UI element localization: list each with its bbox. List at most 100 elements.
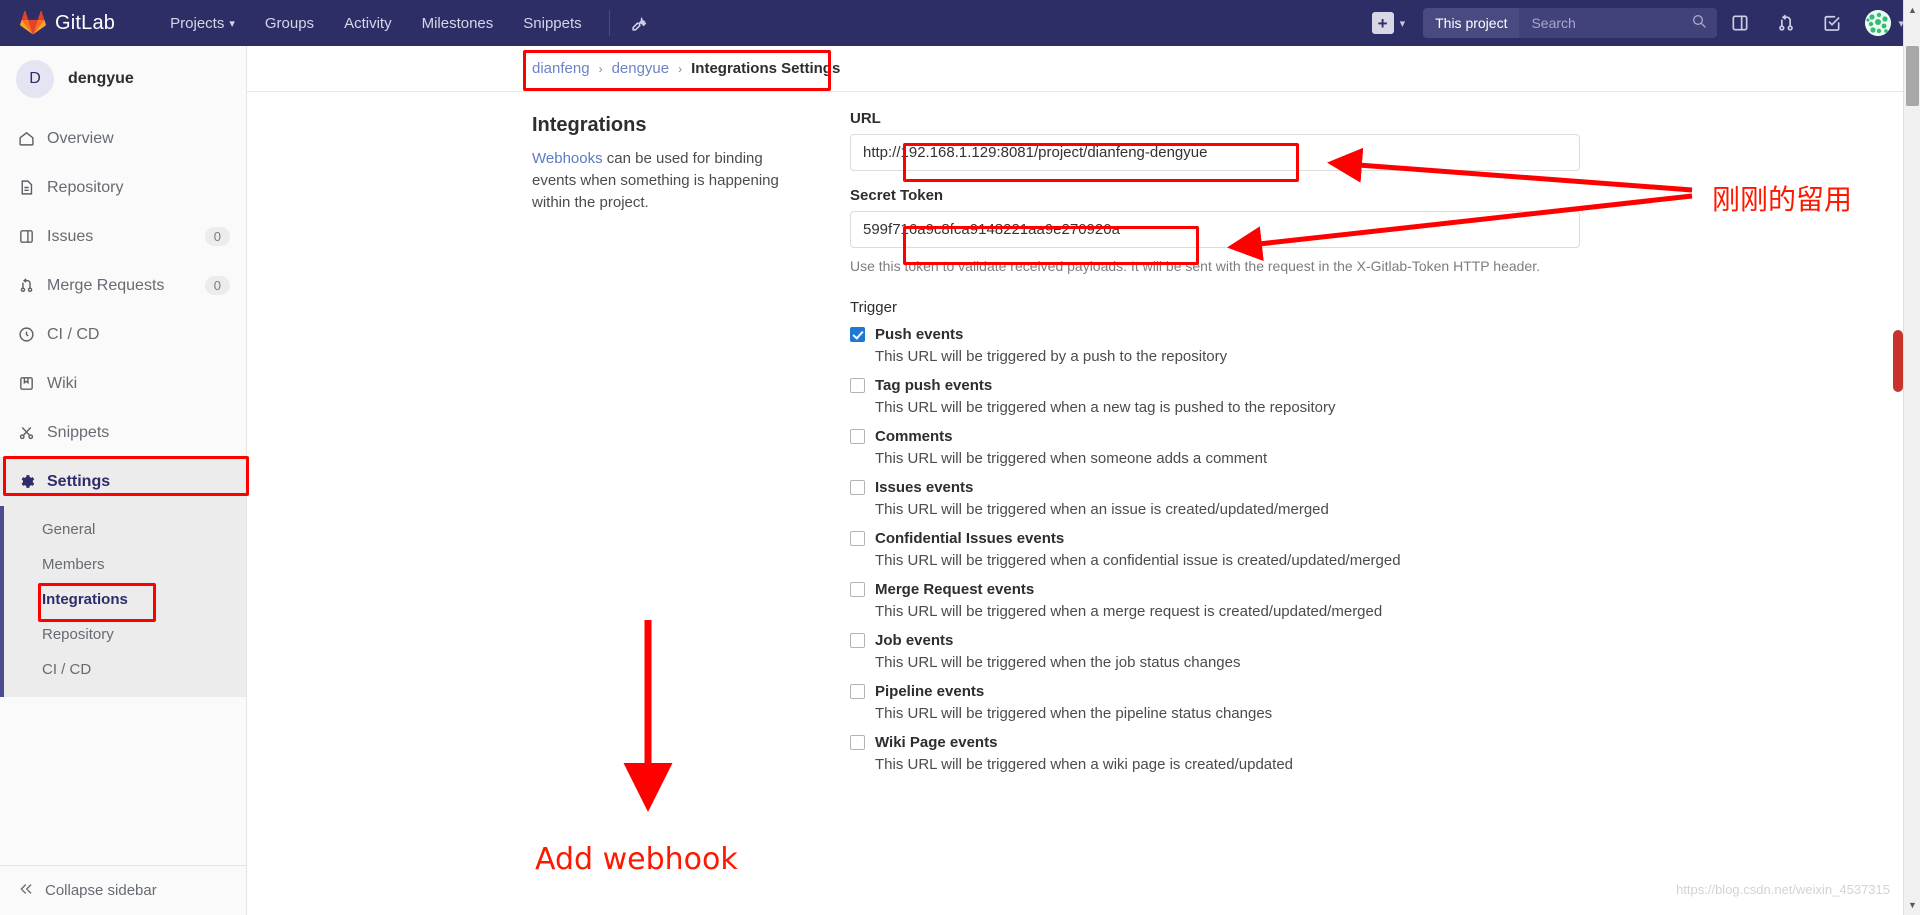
sidebar-item-ci-cd[interactable]: CI / CD (0, 310, 246, 359)
label-merge-request-events: Merge Request events (875, 581, 1035, 598)
desc-job-events: This URL will be triggered when the job … (875, 654, 1241, 671)
webhook-form: URL http://192.168.1.129:8081/project/di… (850, 110, 1580, 785)
page-scrollbar[interactable]: ▲ ▼ (1903, 0, 1920, 915)
sidebar-subitem-integrations[interactable]: Integrations (4, 582, 246, 617)
sidebar-project-header[interactable]: D dengyue (0, 46, 246, 114)
integrations-description-column: Integrations Webhooks can be used for bi… (532, 114, 794, 213)
collapse-sidebar-button[interactable]: Collapse sidebar (0, 865, 246, 915)
trigger-issues-events: Issues events This URL will be triggered… (850, 479, 1580, 518)
sidebar-subitem-repository[interactable]: Repository (4, 617, 246, 652)
sidebar-badge-issues: 0 (204, 227, 230, 246)
settings-submenu: General Members Integrations Repository … (0, 506, 246, 697)
label-issues-events: Issues events (875, 479, 974, 496)
sidebar-label-settings: Settings (47, 472, 111, 490)
sidebar-label-wiki: Wiki (47, 374, 78, 392)
search-bar[interactable]: This project Search (1423, 8, 1718, 38)
sidebar-subitem-general[interactable]: General (4, 512, 246, 547)
inner-scrollbar-thumb[interactable] (1893, 330, 1903, 392)
gitlab-brand[interactable]: GitLab (20, 10, 115, 36)
nav-item-milestones[interactable]: Milestones (407, 9, 509, 38)
checkbox-wiki-page-events[interactable] (850, 735, 865, 750)
desc-issues-events: This URL will be triggered when an issue… (875, 501, 1329, 518)
breadcrumb-project[interactable]: dengyue (612, 60, 670, 77)
trigger-merge-request-events: Merge Request events This URL will be tr… (850, 581, 1580, 620)
chevron-down-icon: ▾ (1399, 17, 1406, 30)
sidebar-item-settings[interactable]: Settings (0, 457, 246, 506)
search-scope-chip[interactable]: This project (1423, 8, 1520, 38)
nav-projects-label: Projects (170, 14, 225, 32)
sidebar-item-wiki[interactable]: Wiki (0, 359, 246, 408)
issues-icon (16, 228, 36, 245)
label-confidential-issues-events: Confidential Issues events (875, 530, 1065, 547)
label-comments: Comments (875, 428, 953, 445)
checkbox-comments[interactable] (850, 429, 865, 444)
sidebar-item-repository[interactable]: Repository (0, 163, 246, 212)
label-job-events: Job events (875, 632, 954, 649)
home-icon (16, 130, 36, 147)
breadcrumb-group[interactable]: dianfeng (532, 60, 590, 77)
desc-merge-request-events: This URL will be triggered when a merge … (875, 603, 1383, 620)
project-name: dengyue (68, 70, 134, 87)
nav-item-activity[interactable]: Activity (329, 9, 407, 38)
secret-token-input[interactable]: 599f716a9c8fca9148221aa9e270920a (850, 211, 1580, 248)
watermark-text: https://blog.csdn.net/weixin_4537315 (1676, 882, 1890, 897)
todos-done-icon[interactable] (1809, 7, 1855, 39)
brand-name: GitLab (55, 11, 116, 34)
sidebar-item-snippets[interactable]: Snippets (0, 408, 246, 457)
checkbox-push-events[interactable] (850, 327, 865, 342)
triangle-down-icon[interactable]: ▼ (1904, 895, 1920, 915)
nav-item-snippets[interactable]: Snippets (508, 9, 596, 38)
desc-tag-push-events: This URL will be triggered when a new ta… (875, 399, 1336, 416)
scrollbar-thumb[interactable] (1906, 46, 1919, 106)
search-input[interactable]: Search (1519, 8, 1718, 38)
checkbox-tag-push-events[interactable] (850, 378, 865, 393)
webhooks-link[interactable]: Webhooks (532, 150, 603, 167)
merge-request-icon[interactable] (1763, 7, 1809, 39)
label-tag-push-events: Tag push events (875, 377, 993, 394)
desc-pipeline-events: This URL will be triggered when the pipe… (875, 705, 1273, 722)
checkbox-job-events[interactable] (850, 633, 865, 648)
page-title: Integrations (532, 114, 647, 136)
issues-board-icon[interactable] (1717, 7, 1763, 39)
label-wiki-page-events: Wiki Page events (875, 734, 998, 751)
checkbox-issues-events[interactable] (850, 480, 865, 495)
book-icon (16, 375, 36, 392)
rocket-icon (16, 326, 36, 343)
new-item-button[interactable]: + ▾ (1362, 8, 1416, 38)
breadcrumb: dianfeng › dengyue › Integrations Settin… (532, 60, 840, 77)
checkbox-pipeline-events[interactable] (850, 684, 865, 699)
sidebar-item-issues[interactable]: Issues 0 (0, 212, 246, 261)
sidebar-item-merge-requests[interactable]: Merge Requests 0 (0, 261, 246, 310)
sidebar-label-snippets: Snippets (47, 423, 110, 441)
trigger-wiki-page-events: Wiki Page events This URL will be trigge… (850, 734, 1580, 773)
checkbox-confidential-issues-events[interactable] (850, 531, 865, 546)
gitlab-logo-icon (20, 10, 46, 36)
top-navigation-bar: GitLab Projects ▾ Groups Activity Milest… (0, 0, 1920, 46)
sidebar-label-ci-cd: CI / CD (47, 325, 100, 343)
gear-icon (16, 473, 36, 490)
document-icon (16, 179, 36, 196)
label-pipeline-events: Pipeline events (875, 683, 985, 700)
annotation-note-chinese: 刚刚的留用 (1712, 183, 1853, 216)
trigger-push-events: Push events This URL will be triggered b… (850, 326, 1580, 365)
sidebar-subitem-members[interactable]: Members (4, 547, 246, 582)
triangle-up-icon[interactable]: ▲ (1904, 0, 1920, 20)
collapse-sidebar-label: Collapse sidebar (45, 882, 157, 899)
trigger-comments: Comments This URL will be triggered when… (850, 428, 1580, 467)
nav-item-projects[interactable]: Projects ▾ (155, 9, 250, 38)
sidebar-label-overview: Overview (47, 129, 114, 147)
nav-item-groups[interactable]: Groups (250, 9, 329, 38)
sidebar-item-overview[interactable]: Overview (0, 114, 246, 163)
annotation-note-add-webhook: Add webhook (535, 842, 738, 877)
checkbox-merge-request-events[interactable] (850, 582, 865, 597)
secret-token-field-label: Secret Token (850, 187, 944, 204)
wrench-icon[interactable] (622, 10, 657, 37)
sidebar-badge-merge-requests: 0 (204, 276, 230, 295)
desc-wiki-page-events: This URL will be triggered when a wiki p… (875, 756, 1294, 773)
sidebar-subitem-ci-cd[interactable]: CI / CD (4, 652, 246, 687)
sidebar-label-merge-requests: Merge Requests (47, 276, 165, 294)
plus-icon: + (1371, 12, 1394, 34)
search-placeholder: Search (1531, 15, 1576, 31)
avatar (1865, 10, 1892, 36)
url-input[interactable]: http://192.168.1.129:8081/project/dianfe… (850, 134, 1580, 171)
